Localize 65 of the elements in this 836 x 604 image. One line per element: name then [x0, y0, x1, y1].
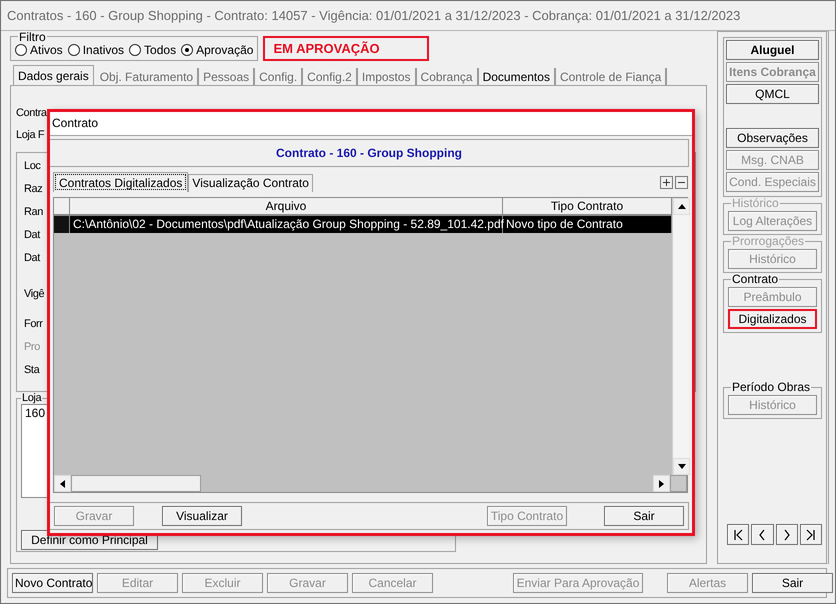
scroll-right-icon[interactable] — [659, 480, 664, 488]
vertical-scrollbar[interactable] — [672, 198, 689, 475]
field-label: Pro — [24, 340, 40, 355]
column-header[interactable]: Tipo Contrato — [503, 198, 672, 216]
field-label: Dat — [24, 251, 40, 266]
radio-label[interactable]: Todos — [144, 42, 176, 57]
previous-icon[interactable] — [757, 528, 768, 540]
radio-button[interactable] — [181, 44, 194, 56]
field-label: Raz — [24, 182, 42, 197]
dialog-title: Contrato — [50, 112, 692, 136]
field-label: Loja F — [16, 128, 44, 143]
radio-button[interactable] — [68, 44, 80, 56]
radio-button[interactable] — [15, 44, 27, 56]
group-caption: Loja — [21, 392, 42, 404]
previous-button[interactable] — [751, 524, 774, 545]
radio-label[interactable]: Ativos — [30, 42, 63, 57]
scroll-up-icon[interactable] — [678, 204, 686, 209]
scroll-button[interactable] — [673, 458, 690, 475]
group-caption: Período Obras — [731, 381, 812, 393]
radio-label[interactable]: Aprovação — [196, 42, 254, 57]
scroll-down-icon[interactable] — [678, 464, 686, 469]
column-header[interactable]: Arquivo — [70, 198, 503, 216]
table-row[interactable]: C:\Antônio\02 - Documentos\pdf\Atualização Group Shopping - 52.89_101.42.pdf Novo tipo de Contrato — [54, 216, 672, 233]
scroll-left-icon[interactable] — [60, 480, 65, 488]
field-label: Vigê — [24, 287, 44, 302]
scroll-thumb[interactable] — [71, 475, 201, 492]
first-button[interactable] — [727, 524, 750, 545]
field-label: Forr — [24, 317, 43, 332]
window-title: Contratos - 160 - Group Shopping - Contrato: 14057 - Vigência: 01/01/2021 a 31/12/2023 - Cobrança: 01/01/2021 a 31/12/2023 — [1, 1, 835, 31]
remove-icon[interactable] — [675, 176, 688, 188]
tab[interactable]: Contratos Digitalizados — [53, 172, 188, 192]
next-button[interactable] — [776, 524, 798, 545]
field-label: Dat — [24, 228, 40, 243]
group-caption: Prorrogações — [731, 235, 806, 247]
tab[interactable]: Visualização Contrato — [188, 174, 313, 192]
dialog-button[interactable]: Visualizar — [162, 506, 242, 526]
footer-button[interactable]: Sair — [752, 573, 833, 593]
add-icon[interactable] — [660, 176, 673, 188]
side-button[interactable]: QMCL — [726, 84, 819, 104]
field-label: Contra — [16, 106, 47, 121]
footer-button[interactable]: Novo Contrato — [12, 573, 93, 593]
tab[interactable]: Documentos — [478, 68, 556, 85]
field-label: Ran — [24, 205, 43, 220]
status-label: EM APROVAÇÃO — [263, 36, 430, 61]
scroll-button[interactable] — [54, 475, 71, 492]
side-button[interactable]: Observações — [726, 128, 819, 148]
group-caption: Filtro — [18, 30, 47, 43]
field-label: Loc — [24, 159, 41, 174]
scroll-button[interactable] — [653, 475, 670, 492]
dialog-button[interactable]: Sair — [604, 506, 684, 526]
tab[interactable]: Dados gerais — [13, 65, 94, 85]
scroll-button[interactable] — [673, 198, 690, 215]
table-cell: C:\Antônio\02 - Documentos\pdf\Atualização Group Shopping - 52.89_101.42.pdf — [70, 216, 503, 233]
field-label: Sta — [24, 363, 40, 378]
side-button[interactable]: Aluguel — [726, 40, 819, 60]
radio-label[interactable]: Inativos — [82, 42, 124, 57]
group-caption: Contrato — [731, 273, 780, 285]
side-button[interactable]: Digitalizados — [728, 309, 817, 329]
last-icon[interactable] — [806, 528, 816, 540]
last-button[interactable] — [800, 524, 822, 545]
first-icon[interactable] — [733, 528, 744, 540]
group-caption: Histórico — [731, 197, 780, 209]
next-icon[interactable] — [782, 528, 792, 540]
radio-button[interactable] — [129, 44, 142, 56]
dialog-header: Contrato - 160 - Group Shopping — [50, 139, 689, 167]
